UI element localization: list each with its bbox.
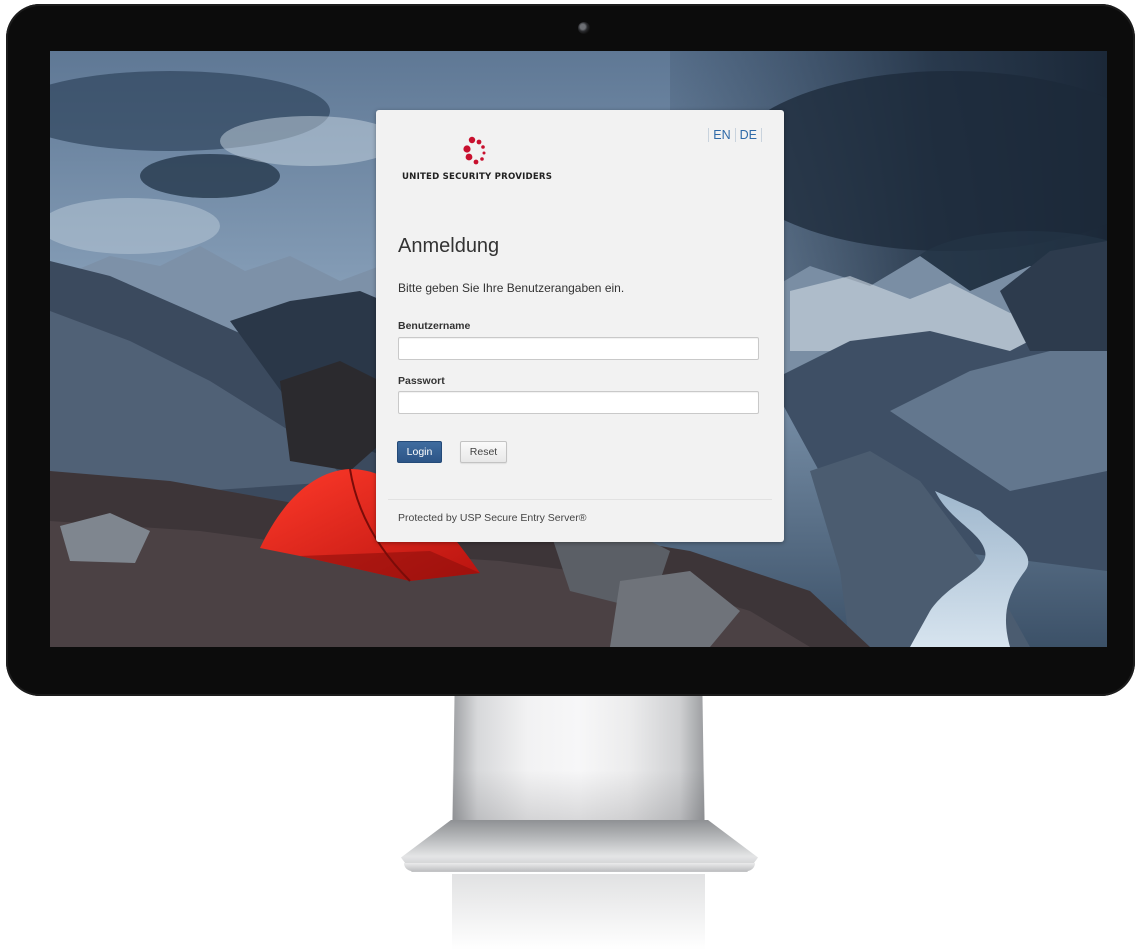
monitor-bezel: EN DE UNITED SECURITY PROVIDERS Anmeldun… (6, 4, 1135, 696)
monitor-stand-edge (404, 863, 755, 871)
usp-dots-icon (463, 136, 486, 165)
footer-text: Protected by USP Secure Entry Server® (398, 512, 587, 524)
password-input[interactable] (398, 391, 759, 414)
password-label: Passwort (398, 375, 445, 387)
webcam-icon (578, 22, 590, 34)
username-label: Benutzername (398, 320, 471, 332)
login-instructions: Bitte geben Sie Ihre Benutzerangaben ein… (398, 281, 625, 295)
stand-reflection (452, 874, 705, 950)
language-de-link[interactable]: DE (734, 128, 762, 142)
language-en-link[interactable]: EN (708, 128, 734, 142)
page-title: Anmeldung (398, 235, 500, 257)
username-input[interactable] (398, 337, 759, 360)
login-card: EN DE UNITED SECURITY PROVIDERS Anmeldun… (376, 110, 784, 542)
company-logo: UNITED SECURITY PROVIDERS (402, 130, 582, 185)
login-button[interactable]: Login (397, 441, 442, 463)
screen: EN DE UNITED SECURITY PROVIDERS Anmeldun… (50, 51, 1107, 647)
logo-text: UNITED SECURITY PROVIDERS (402, 172, 553, 182)
language-switch: EN DE (708, 128, 762, 142)
reset-button[interactable]: Reset (460, 441, 507, 463)
footer-divider (388, 499, 772, 500)
